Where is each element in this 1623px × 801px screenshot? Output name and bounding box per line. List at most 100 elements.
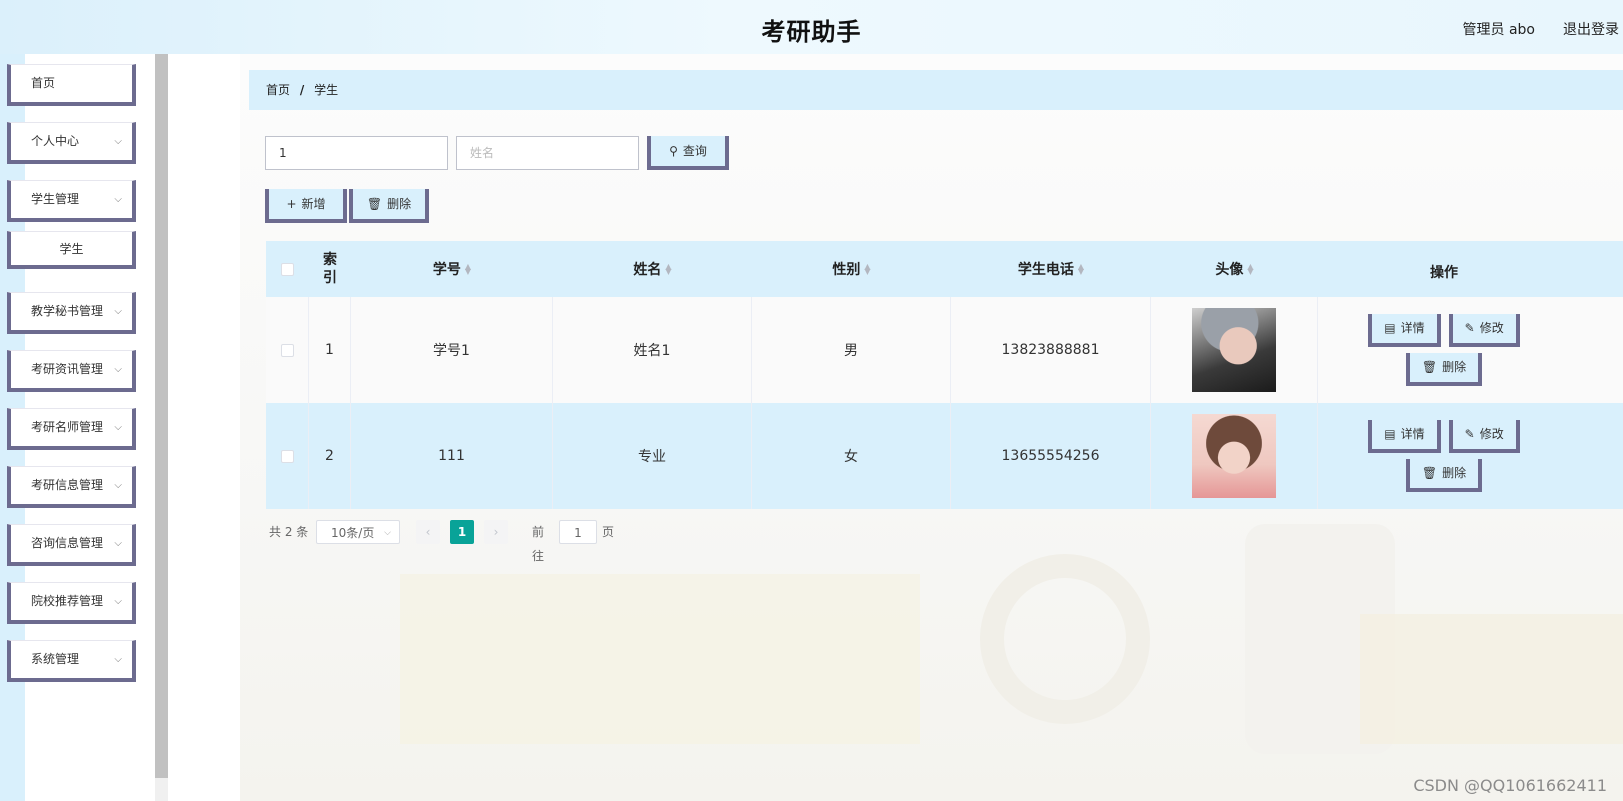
prev-page-button[interactable]: ‹ — [416, 520, 440, 544]
sidebar-item-system-management[interactable]: 系统管理 ⌵ — [7, 640, 136, 682]
breadcrumb: 首页 / 学生 — [249, 70, 1623, 110]
pagination-total: 共 2 条 — [269, 525, 309, 539]
cell-index: 2 — [309, 403, 351, 509]
header-gender[interactable]: 性别 ▲ ▼ — [752, 241, 951, 297]
student-no-search-input[interactable] — [265, 136, 448, 170]
chevron-down-icon: ⌵ — [384, 528, 391, 538]
name-search-input[interactable] — [456, 136, 639, 170]
cell-phone: 13655554256 — [951, 403, 1151, 509]
sidebar-item-personal-center[interactable]: 个人中心 ⌵ — [7, 122, 136, 164]
delete-label: 删除 — [1442, 466, 1467, 480]
top-header: 考研助手 管理员 abo 退出登录 — [0, 0, 1623, 54]
edit-label: 修改 — [1479, 427, 1504, 441]
sort-icon[interactable]: ▲ ▼ — [864, 263, 870, 276]
cell-phone: 13823888881 — [951, 297, 1151, 403]
cell-avatar — [1151, 297, 1318, 403]
delete-label: 删除 — [1442, 360, 1467, 374]
breadcrumb-current: 学生 — [314, 83, 339, 97]
sidebar-item-news-management[interactable]: 考研资讯管理 ⌵ — [7, 350, 136, 392]
row-checkbox[interactable] — [280, 449, 294, 463]
sidebar-item-label: 院校推荐管理 — [31, 594, 104, 608]
breadcrumb-home[interactable]: 首页 — [266, 83, 290, 97]
header-name[interactable]: 姓名 ▲ ▼ — [553, 241, 752, 297]
sidebar-item-secretary-management[interactable]: 教学秘书管理 ⌵ — [7, 292, 136, 334]
chevron-down-icon: ⌵ — [114, 422, 122, 433]
document-icon: ▤ — [1384, 321, 1396, 335]
chevron-down-icon: ⌵ — [114, 194, 122, 205]
row-checkbox[interactable] — [280, 343, 294, 357]
chevron-down-icon: ⌵ — [114, 306, 122, 317]
main-content: 首页 / 学生 ⚲查询 +新增 🗑删除 索引 学号▲▼ 姓名▲▼ 性别▲▼ — [240, 54, 1623, 801]
sidebar-item-info-management[interactable]: 考研信息管理 ⌵ — [7, 466, 136, 508]
chevron-down-icon: ⌵ — [114, 136, 122, 147]
table-header: 索引 学号 ▲ ▼ 姓名 ▲ ▼ 性别 ▲ ▼ 学生电话 ▲ ▼ 头像 ▲ ▼ 操作 — [266, 241, 1623, 297]
page-size-value: 10条/页 — [331, 526, 375, 540]
sidebar-item-label: 学生 — [59, 242, 84, 256]
sidebar-item-consult-management[interactable]: 咨询信息管理 ⌵ — [7, 524, 136, 566]
table-row: 1 学号1 姓名1 男 13823888881 ▤ 详情 ✎ 修改 🗑 删除 — [266, 297, 1623, 403]
pencil-icon: ✎ — [1464, 321, 1475, 335]
query-button[interactable]: ⚲ 查询 — [647, 136, 729, 170]
select-all-checkbox[interactable] — [281, 262, 294, 276]
header-phone[interactable]: 学生电话 ▲ ▼ — [951, 241, 1151, 297]
sidebar-item-label: 系统管理 — [31, 652, 80, 666]
row-actions: ▤ 详情 ✎ 修改 🗑 删除 — [1368, 420, 1520, 492]
edit-button[interactable]: ✎ 修改 — [1448, 420, 1520, 453]
detail-label: 详情 — [1400, 427, 1425, 441]
avatar — [1192, 414, 1276, 498]
add-button[interactable]: + 新增 — [265, 189, 347, 223]
row-actions: ▤ 详情 ✎ 修改 🗑 删除 — [1368, 314, 1520, 386]
document-icon: ▤ — [1384, 427, 1396, 441]
sort-icon[interactable]: ▲ ▼ — [1247, 263, 1253, 276]
chevron-down-icon: ⌵ — [114, 538, 122, 549]
sidebar-subitem-student[interactable]: 学生 — [7, 231, 136, 269]
sidebar-item-teacher-management[interactable]: 考研名师管理 ⌵ — [7, 408, 136, 450]
logout-link[interactable]: 退出登录 — [1563, 19, 1619, 39]
row-delete-button[interactable]: 🗑 删除 — [1405, 353, 1483, 386]
next-page-button[interactable]: › — [484, 520, 508, 544]
chevron-down-icon: ⌵ — [114, 654, 122, 665]
chevron-down-icon: ⌵ — [114, 596, 122, 607]
trash-icon: 🗑 — [1421, 466, 1438, 480]
row-delete-button[interactable]: 🗑 删除 — [1405, 459, 1483, 492]
sidebar-item-label: 学生管理 — [31, 192, 80, 206]
page-size-select[interactable]: 10条/页 ⌵ — [316, 520, 400, 544]
row-actions-line: ▤ 详情 ✎ 修改 — [1368, 314, 1520, 347]
row-select — [266, 297, 309, 403]
goto-page-input[interactable]: 1 — [559, 520, 597, 544]
detail-button[interactable]: ▤ 详情 — [1368, 314, 1441, 347]
cell-actions: ▤ 详情 ✎ 修改 🗑 删除 — [1318, 297, 1570, 403]
sidebar-scrollbar[interactable] — [155, 54, 168, 778]
sort-icon[interactable]: ▲ ▼ — [665, 263, 671, 276]
cell-index: 1 — [309, 297, 351, 403]
header-actions: 操作 — [1430, 264, 1458, 281]
header-student-no[interactable]: 学号 ▲ ▼ — [351, 241, 553, 297]
table-row: 2 111 专业 女 13655554256 ▤ 详情 ✎ 修改 🗑 删除 — [266, 403, 1623, 509]
detail-label: 详情 — [1400, 321, 1425, 335]
header-avatar[interactable]: 头像 ▲ ▼ — [1151, 241, 1318, 297]
batch-delete-button[interactable]: 🗑 删除 — [349, 189, 429, 223]
trash-icon: 🗑 — [366, 197, 383, 211]
edit-label: 修改 — [1479, 321, 1504, 335]
sort-icon[interactable]: ▲ ▼ — [1078, 263, 1084, 276]
chevron-down-icon: ⌵ — [114, 480, 122, 491]
sidebar-item-school-recommend[interactable]: 院校推荐管理 ⌵ — [7, 582, 136, 624]
pencil-icon: ✎ — [1464, 427, 1475, 441]
detail-button[interactable]: ▤ 详情 — [1368, 420, 1441, 453]
cell-student-no: 111 — [351, 403, 553, 509]
cell-avatar — [1151, 403, 1318, 509]
sidebar-item-student-management[interactable]: 学生管理 ⌵ — [7, 180, 136, 222]
sort-icon[interactable]: ▲ ▼ — [465, 263, 471, 276]
query-label: 查询 — [682, 144, 707, 158]
background-decoration — [400, 574, 920, 744]
background-decoration — [1360, 614, 1623, 744]
cell-gender: 女 — [752, 403, 951, 509]
sidebar-item-label: 考研名师管理 — [31, 420, 104, 434]
edit-button[interactable]: ✎ 修改 — [1448, 314, 1520, 347]
breadcrumb-separator: / — [299, 83, 305, 97]
sidebar-item-home[interactable]: 首页 — [7, 64, 136, 106]
add-label: 新增 — [301, 197, 326, 211]
row-select — [266, 403, 309, 509]
sidebar-item-label: 教学秘书管理 — [31, 304, 104, 318]
page-number-current[interactable]: 1 — [450, 520, 474, 544]
